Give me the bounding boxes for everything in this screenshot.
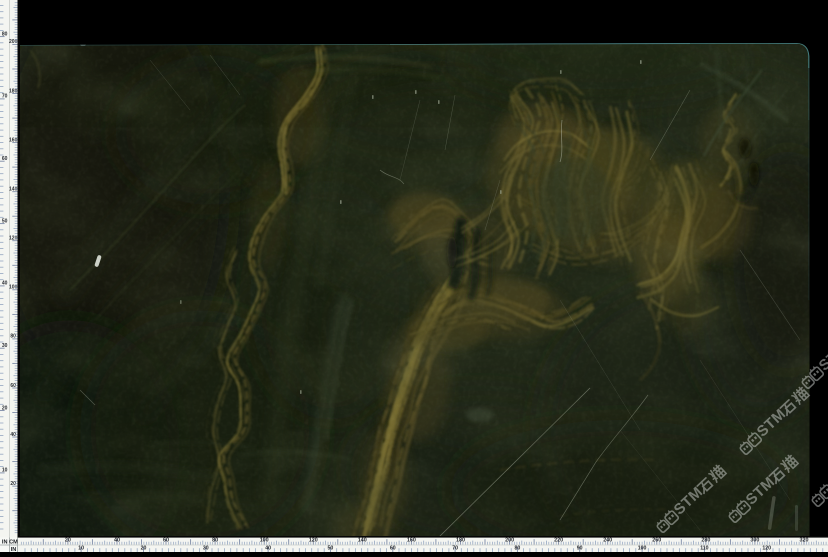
svg-text:70: 70 xyxy=(452,545,458,551)
svg-text:100: 100 xyxy=(638,545,647,551)
svg-text:90: 90 xyxy=(577,545,583,551)
svg-text:60: 60 xyxy=(390,545,396,551)
svg-text:240: 240 xyxy=(603,538,612,544)
svg-text:120: 120 xyxy=(762,545,771,551)
svg-text:180: 180 xyxy=(456,538,465,544)
svg-text:10: 10 xyxy=(2,468,8,474)
svg-text:140: 140 xyxy=(358,538,367,544)
svg-text:30: 30 xyxy=(203,545,209,551)
svg-text:120: 120 xyxy=(309,538,318,544)
svg-text:IN: IN xyxy=(11,547,17,552)
svg-text:70: 70 xyxy=(2,94,8,100)
svg-text:110: 110 xyxy=(700,545,708,551)
svg-text:100: 100 xyxy=(260,538,269,544)
svg-text:CM: CM xyxy=(9,540,18,546)
svg-text:300: 300 xyxy=(750,538,759,544)
svg-text:320: 320 xyxy=(800,538,809,544)
svg-text:20: 20 xyxy=(141,545,147,551)
svg-text:200: 200 xyxy=(505,538,514,544)
svg-text:260: 260 xyxy=(652,538,661,544)
svg-text:30: 30 xyxy=(2,343,8,349)
svg-text:20: 20 xyxy=(2,405,8,411)
svg-text:220: 220 xyxy=(554,538,563,544)
svg-text:40: 40 xyxy=(265,545,271,551)
svg-text:80: 80 xyxy=(212,538,218,544)
svg-text:50: 50 xyxy=(2,218,8,224)
svg-text:40: 40 xyxy=(2,281,8,287)
svg-text:80: 80 xyxy=(2,31,8,37)
svg-text:10: 10 xyxy=(78,545,84,551)
svg-text:IN: IN xyxy=(2,540,8,546)
svg-text:60: 60 xyxy=(163,538,169,544)
svg-text:50: 50 xyxy=(328,545,334,551)
svg-text:60: 60 xyxy=(2,156,8,162)
svg-text:280: 280 xyxy=(701,538,710,544)
svg-text:160: 160 xyxy=(407,538,416,544)
svg-text:80: 80 xyxy=(515,545,521,551)
